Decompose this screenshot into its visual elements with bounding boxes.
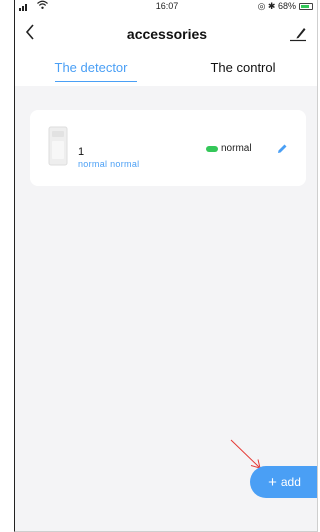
battery-text: ◎ ✱ 68% <box>257 1 296 11</box>
tab-underline <box>55 81 137 82</box>
add-button-label: add <box>280 475 301 489</box>
device-status: normal <box>206 143 252 154</box>
pencil-icon[interactable] <box>276 142 288 154</box>
status-bar: 16:07 ◎ ✱ 68% <box>15 0 317 14</box>
device-card[interactable]: 1 normal normal normal <box>30 110 306 186</box>
add-button[interactable]: + add <box>250 466 317 498</box>
page-title: accessories <box>126 26 208 42</box>
status-indicator-icon <box>206 145 218 152</box>
tab-control[interactable]: The control <box>167 54 317 86</box>
app-screen: 16:07 ◎ ✱ 68% accessories The detector T… <box>14 0 318 532</box>
tab-label: The detector <box>54 60 128 75</box>
tab-bar: The detector The control <box>15 54 317 86</box>
status-indicators: ◎ ✱ 68% <box>258 1 313 12</box>
device-image <box>48 126 68 166</box>
nav-bar: accessories <box>15 14 317 54</box>
plus-icon: + <box>268 473 277 491</box>
device-name: 1 <box>78 146 85 158</box>
battery-icon <box>299 3 313 10</box>
edit-icon[interactable] <box>287 24 309 44</box>
device-status-text: normal <box>221 143 252 154</box>
tab-detector[interactable]: The detector <box>15 54 167 86</box>
device-subtitle: normal normal <box>78 159 140 169</box>
tab-label: The control <box>210 60 276 75</box>
